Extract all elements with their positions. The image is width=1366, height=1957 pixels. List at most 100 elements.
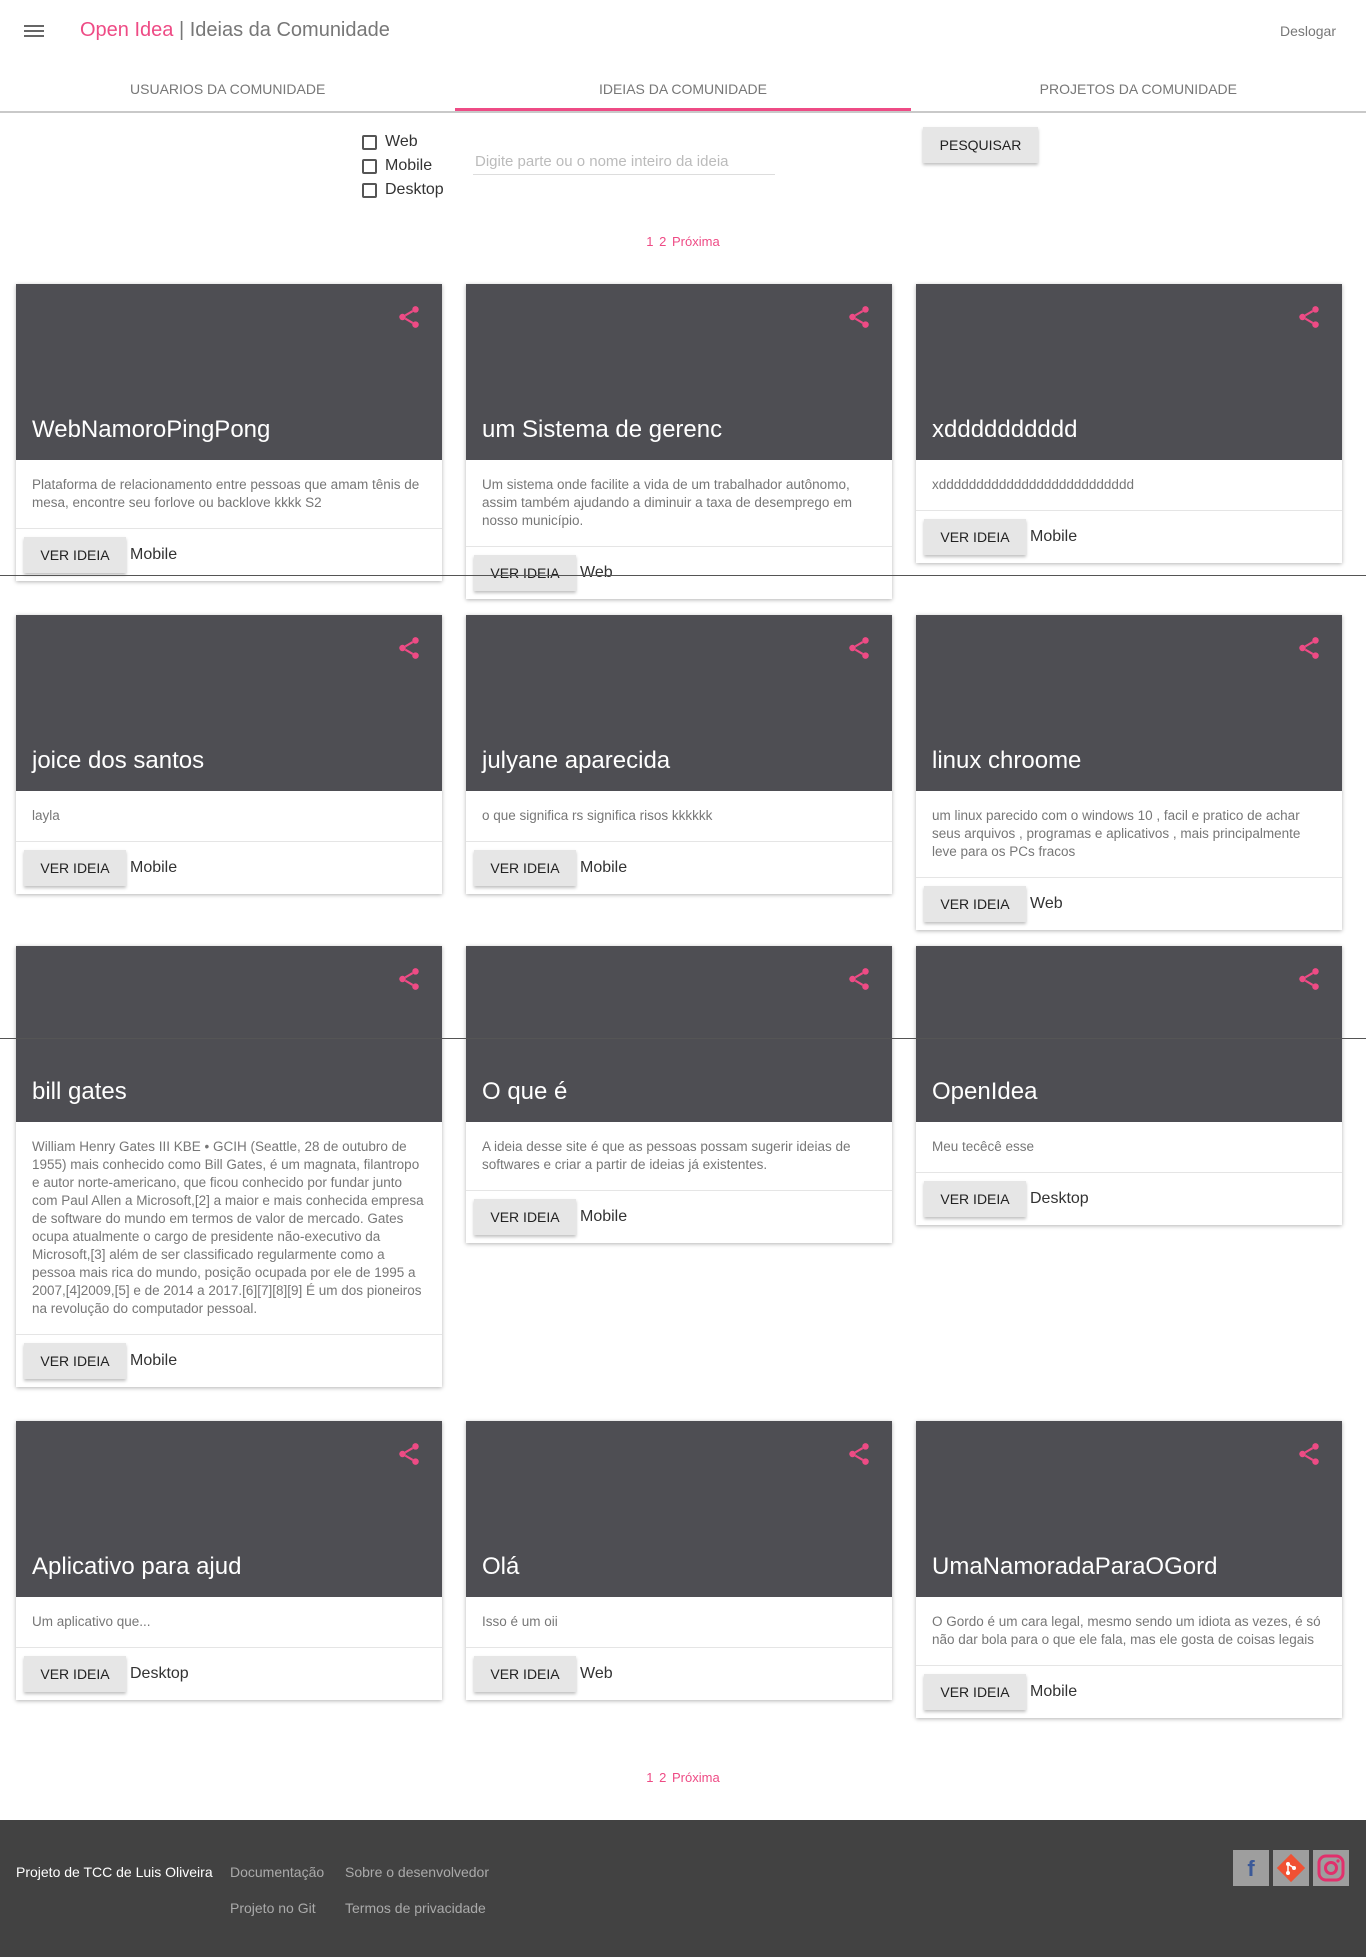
view-idea-button[interactable]: VER IDEIA [474, 1199, 576, 1235]
card-title: OpenIdea [932, 1078, 1038, 1105]
share-icon[interactable] [396, 304, 422, 330]
view-idea-button[interactable]: VER IDEIA [924, 1181, 1026, 1217]
footer-link-about[interactable]: Sobre o desenvolvedor [345, 1864, 489, 1880]
idea-card: Aplicativo para ajud Um aplicativo que...… [16, 1421, 442, 1700]
card-title: Olá [482, 1553, 520, 1580]
card-actions: VER IDEIA Mobile [916, 1666, 1342, 1718]
card-description: Um aplicativo que... [16, 1597, 442, 1648]
checkbox-web-label: Web [385, 133, 418, 150]
card-title: UmaNamoradaParaOGord [932, 1553, 1218, 1580]
view-idea-button[interactable]: VER IDEIA [474, 850, 576, 886]
tab-projects[interactable]: PROJETOS DA COMUNIDADE [911, 64, 1366, 111]
page-2-link[interactable]: 2 [659, 234, 666, 249]
card-media: joice dos santos [16, 615, 442, 791]
next-page-link[interactable]: Próxima [672, 234, 720, 249]
card-description: Um sistema onde facilite a vida de um tr… [466, 460, 892, 547]
card-description: layla [16, 791, 442, 842]
footer-link-privacy[interactable]: Termos de privacidade [345, 1900, 486, 1916]
page-title: Ideias da Comunidade [189, 19, 390, 41]
search-input[interactable] [473, 149, 775, 175]
card-platform: Web [580, 1665, 613, 1682]
search-button[interactable]: PESQUISAR [923, 127, 1038, 163]
idea-card: WebNamoroPingPong Plataforma de relaciona… [16, 284, 442, 581]
checkbox-mobile[interactable] [362, 158, 377, 174]
view-idea-button[interactable]: VER IDEIA [474, 1656, 576, 1692]
app-name[interactable]: Open Idea [80, 19, 173, 41]
card-title: Aplicativo para ajud [32, 1553, 242, 1580]
page-1-link[interactable]: 1 [646, 234, 653, 249]
brand-title: Open Idea | Ideias da Comunidade [80, 19, 390, 42]
footer-link-git[interactable]: Projeto no Git [230, 1900, 316, 1916]
card-platform: Mobile [1030, 1683, 1078, 1700]
card-description: A ideia desse site é que as pessoas poss… [466, 1122, 892, 1191]
card-actions: VER IDEIA Web [466, 547, 892, 599]
hamburger-menu-icon[interactable] [24, 22, 48, 42]
view-idea-button[interactable]: VER IDEIA [24, 537, 126, 573]
share-icon[interactable] [846, 304, 872, 330]
facebook-icon[interactable]: f [1233, 1850, 1269, 1886]
git-icon[interactable] [1273, 1850, 1309, 1886]
share-icon[interactable] [1296, 304, 1322, 330]
platform-filters: Web Mobile Desktop [362, 130, 444, 202]
card-media: WebNamoroPingPong [16, 284, 442, 460]
share-icon[interactable] [396, 635, 422, 661]
svg-text:f: f [1247, 1856, 1255, 1881]
share-icon[interactable] [1296, 1441, 1322, 1467]
pagination-top: 1 2 Próxima [0, 234, 1366, 249]
checkbox-mobile-label: Mobile [385, 157, 433, 174]
card-platform: Desktop [130, 1665, 189, 1682]
checkbox-desktop[interactable] [362, 182, 377, 198]
share-icon[interactable] [1296, 635, 1322, 661]
card-description: xdddddddddddddddddddddddddd [916, 460, 1342, 511]
card-actions: VER IDEIA Web [916, 878, 1342, 930]
view-idea-button[interactable]: VER IDEIA [24, 1343, 126, 1379]
card-description: Meu tecêcê esse [916, 1122, 1342, 1173]
card-actions: VER IDEIA Mobile [16, 842, 442, 894]
card-platform: Desktop [1030, 1190, 1089, 1207]
card-media: Olá [466, 1421, 892, 1597]
footer-credit: Projeto de TCC de Luis Oliveira [16, 1864, 213, 1880]
card-actions: VER IDEIA Mobile [16, 529, 442, 581]
share-icon[interactable] [396, 966, 422, 992]
card-description: William Henry Gates III KBE • GCIH (Seat… [16, 1122, 442, 1335]
card-platform: Mobile [580, 859, 628, 876]
footer-link-docs[interactable]: Documentação [230, 1864, 324, 1880]
share-icon[interactable] [846, 1441, 872, 1467]
tab-ideas[interactable]: IDEIAS DA COMUNIDADE [455, 64, 911, 111]
page-2-link[interactable]: 2 [659, 1770, 666, 1785]
card-title: um Sistema de gerenc [482, 416, 723, 443]
logout-link[interactable]: Deslogar [1280, 23, 1336, 39]
card-description: Isso é um oii [466, 1597, 892, 1648]
view-idea-button[interactable]: VER IDEIA [24, 1656, 126, 1692]
card-platform: Mobile [580, 1208, 628, 1225]
page-1-link[interactable]: 1 [646, 1770, 653, 1785]
page-footer: Projeto de TCC de Luis Oliveira Document… [0, 1820, 1366, 1957]
card-platform: Mobile [130, 1352, 178, 1369]
card-actions: VER IDEIA Mobile [16, 1335, 442, 1387]
idea-card: julyane aparecida o que significa rs sign… [466, 615, 892, 894]
checkbox-web[interactable] [362, 134, 377, 150]
view-idea-button[interactable]: VER IDEIA [924, 1674, 1026, 1710]
card-description: o que significa rs significa risos kkkkk… [466, 791, 892, 842]
view-idea-button[interactable]: VER IDEIA [924, 886, 1026, 922]
share-icon[interactable] [1296, 966, 1322, 992]
next-page-link[interactable]: Próxima [672, 1770, 720, 1785]
share-icon[interactable] [396, 1441, 422, 1467]
card-title: bill gates [32, 1078, 127, 1105]
card-media: UmaNamoradaParaOGord [916, 1421, 1342, 1597]
card-actions: VER IDEIA Mobile [466, 842, 892, 894]
card-description: um linux parecido com o windows 10 , fac… [916, 791, 1342, 878]
view-idea-button[interactable]: VER IDEIA [24, 850, 126, 886]
pagination-bottom: 1 2 Próxima [0, 1770, 1366, 1785]
card-media: julyane aparecida [466, 615, 892, 791]
app-header: Open Idea | Ideias da Comunidade Desloga… [0, 0, 1366, 64]
share-icon[interactable] [846, 635, 872, 661]
share-icon[interactable] [846, 966, 872, 992]
instagram-icon[interactable] [1313, 1850, 1349, 1886]
tab-users[interactable]: USUARIOS DA COMUNIDADE [0, 64, 455, 111]
card-actions: VER IDEIA Desktop [916, 1173, 1342, 1225]
view-idea-button[interactable]: VER IDEIA [924, 519, 1026, 555]
view-idea-button[interactable]: VER IDEIA [474, 555, 576, 591]
idea-card: OpenIdea Meu tecêcê esse VER IDEIA Desktop [916, 946, 1342, 1225]
idea-card: joice dos santos layla VER IDEIA Mobile [16, 615, 442, 894]
